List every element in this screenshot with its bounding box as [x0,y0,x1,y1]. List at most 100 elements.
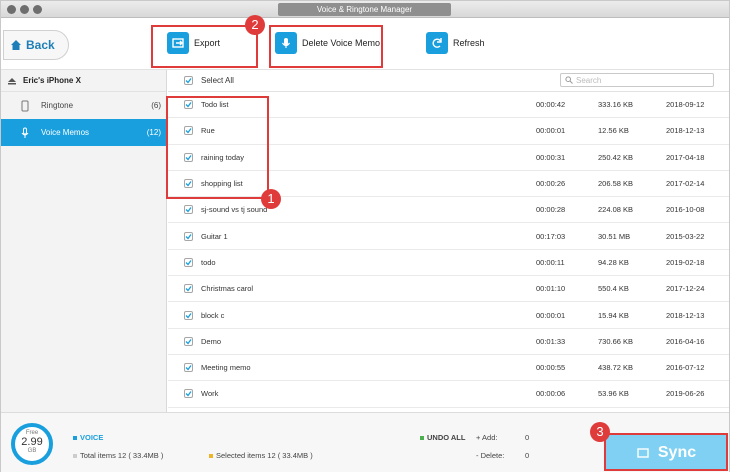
row-checkbox[interactable] [184,389,193,399]
memo-date: 2018-12-13 [666,310,705,320]
sidebar-item-ringtone[interactable]: Ringtone (6) [1,92,166,119]
memo-size: 438.72 KB [598,363,634,373]
sidebar: Eric's iPhone X Ringtone (6) Voice Memos… [1,70,167,412]
table-row[interactable]: Christmas carol 00:01:10 550.4 KB 2017-12-2… [168,276,729,303]
undo-all-button[interactable]: UNDO ALL [427,433,465,442]
row-checkbox[interactable] [184,205,193,215]
eject-icon [8,77,16,84]
refresh-button[interactable]: Refresh [426,32,485,54]
memo-date: 2019-02-18 [666,257,705,267]
memo-duration: 00:00:55 [536,363,566,373]
memo-size: 15.94 KB [598,310,629,320]
refresh-icon [426,32,448,54]
memo-duration: 00:00:28 [536,205,566,215]
sidebar-item-label: Ringtone [41,101,74,110]
window-title: Voice & Ringtone Manager [278,3,451,16]
memo-duration: 00:00:01 [536,310,566,320]
microphone-icon [21,127,29,138]
voice-label: VOICE [80,433,104,442]
back-button[interactable]: Back [3,30,69,60]
callout-1: 1 [261,189,281,209]
rows-highlight [166,96,269,199]
memo-date: 2015-03-22 [666,231,705,241]
row-checkbox[interactable] [184,231,193,241]
memo-duration: 00:01:10 [536,284,566,294]
select-all-checkbox[interactable] [184,76,193,85]
memo-duration: 00:00:26 [536,179,566,189]
select-all-label: Select All [201,76,234,85]
memo-size: 333.16 KB [598,100,634,110]
table-row[interactable]: block c 00:00:01 15.94 KB 2018-12-13 [168,302,729,329]
table-row[interactable]: todo 00:00:11 94.28 KB 2019-02-18 [168,250,729,277]
zoom-window-button[interactable] [33,5,42,14]
memo-date: 2017-12-24 [666,284,705,294]
memo-duration: 00:00:11 [536,257,565,267]
home-icon [11,40,21,50]
row-checkbox[interactable] [184,284,193,294]
search-input[interactable]: Search [560,73,714,87]
table-row[interactable]: sj-sound vs tj sound 00:00:28 224.08 KB 201… [168,197,729,224]
list-header: Select All Search [168,70,729,92]
memo-date: 2017-02-14 [666,179,705,189]
memo-duration: 00:00:01 [536,126,566,136]
memo-name: Meeting memo [201,363,251,373]
row-checkbox[interactable] [184,257,193,267]
minimize-window-button[interactable] [20,5,29,14]
memo-size: 250.42 KB [598,152,634,162]
sidebar-item-count: (12) [146,128,161,137]
search-icon [565,76,573,84]
memo-name: Christmas carol [201,284,254,294]
memo-size: 30.51 MB [598,231,631,241]
close-window-button[interactable] [7,5,16,14]
memo-date: 2016-10-08 [666,205,705,215]
search-placeholder: Search [576,75,602,85]
memo-size: 94.28 KB [598,257,629,267]
memo-name: Demo [201,336,222,346]
callout-3: 3 [590,422,610,442]
memo-date: 2017-04-18 [666,152,705,162]
memo-name: Guitar 1 [201,231,228,241]
row-checkbox[interactable] [184,336,193,346]
memo-size: 12.56 KB [598,126,629,136]
memo-duration: 00:17:03 [536,231,566,241]
memo-size: 206.58 KB [598,179,634,189]
row-checkbox[interactable] [184,363,193,373]
table-row[interactable]: Meeting memo 00:00:55 438.72 KB 2016-07-12 [168,355,729,382]
add-label: + Add: [476,433,498,442]
memo-date: 2016-07-12 [666,363,705,373]
free-unit: GB [27,448,37,454]
free-value: 2.99 [21,436,43,448]
voice-dot [73,436,77,440]
storage-gauge: Free 2.99 GB [11,423,53,465]
sidebar-item-label: Voice Memos [41,128,90,137]
sidebar-item-count: (6) [151,101,161,110]
table-row[interactable]: Demo 00:01:33 730.66 KB 2016-04-16 [168,329,729,355]
title-bar: Voice & Ringtone Manager [1,1,729,18]
device-name: Eric's iPhone X [23,76,81,85]
row-checkbox[interactable] [184,310,193,320]
memo-duration: 00:00:42 [536,100,566,110]
memo-size: 550.4 KB [598,284,629,294]
sidebar-item-voice-memos[interactable]: Voice Memos (12) [1,119,166,146]
memo-date: 2019-06-26 [666,389,705,399]
app-window: Voice & Ringtone Manager Back Export Del… [0,0,730,472]
device-header[interactable]: Eric's iPhone X [1,70,166,92]
add-value: 0 [525,433,530,442]
undo-dot [420,436,424,440]
memo-size: 730.66 KB [598,336,634,346]
memo-name: sj-sound vs tj sound [201,205,268,215]
sync-highlight [604,433,728,471]
delete-value: 0 [525,451,530,460]
memo-duration: 00:00:31 [536,152,566,162]
table-row[interactable]: Guitar 1 00:17:03 30.51 MB 2015-03-22 [168,223,729,250]
back-label: Back [26,38,55,52]
memo-duration: 00:01:33 [536,336,566,346]
memo-date: 2018-09-12 [666,100,705,110]
memo-date: 2018-12-13 [666,126,705,136]
memo-name: todo [201,257,216,267]
table-row[interactable]: Work 00:00:06 53.96 KB 2019-06-26 [168,381,729,408]
delete-label: - Delete: [476,451,505,460]
memo-name: Work [201,389,219,399]
export-highlight [151,25,258,68]
total-dot [73,454,77,458]
